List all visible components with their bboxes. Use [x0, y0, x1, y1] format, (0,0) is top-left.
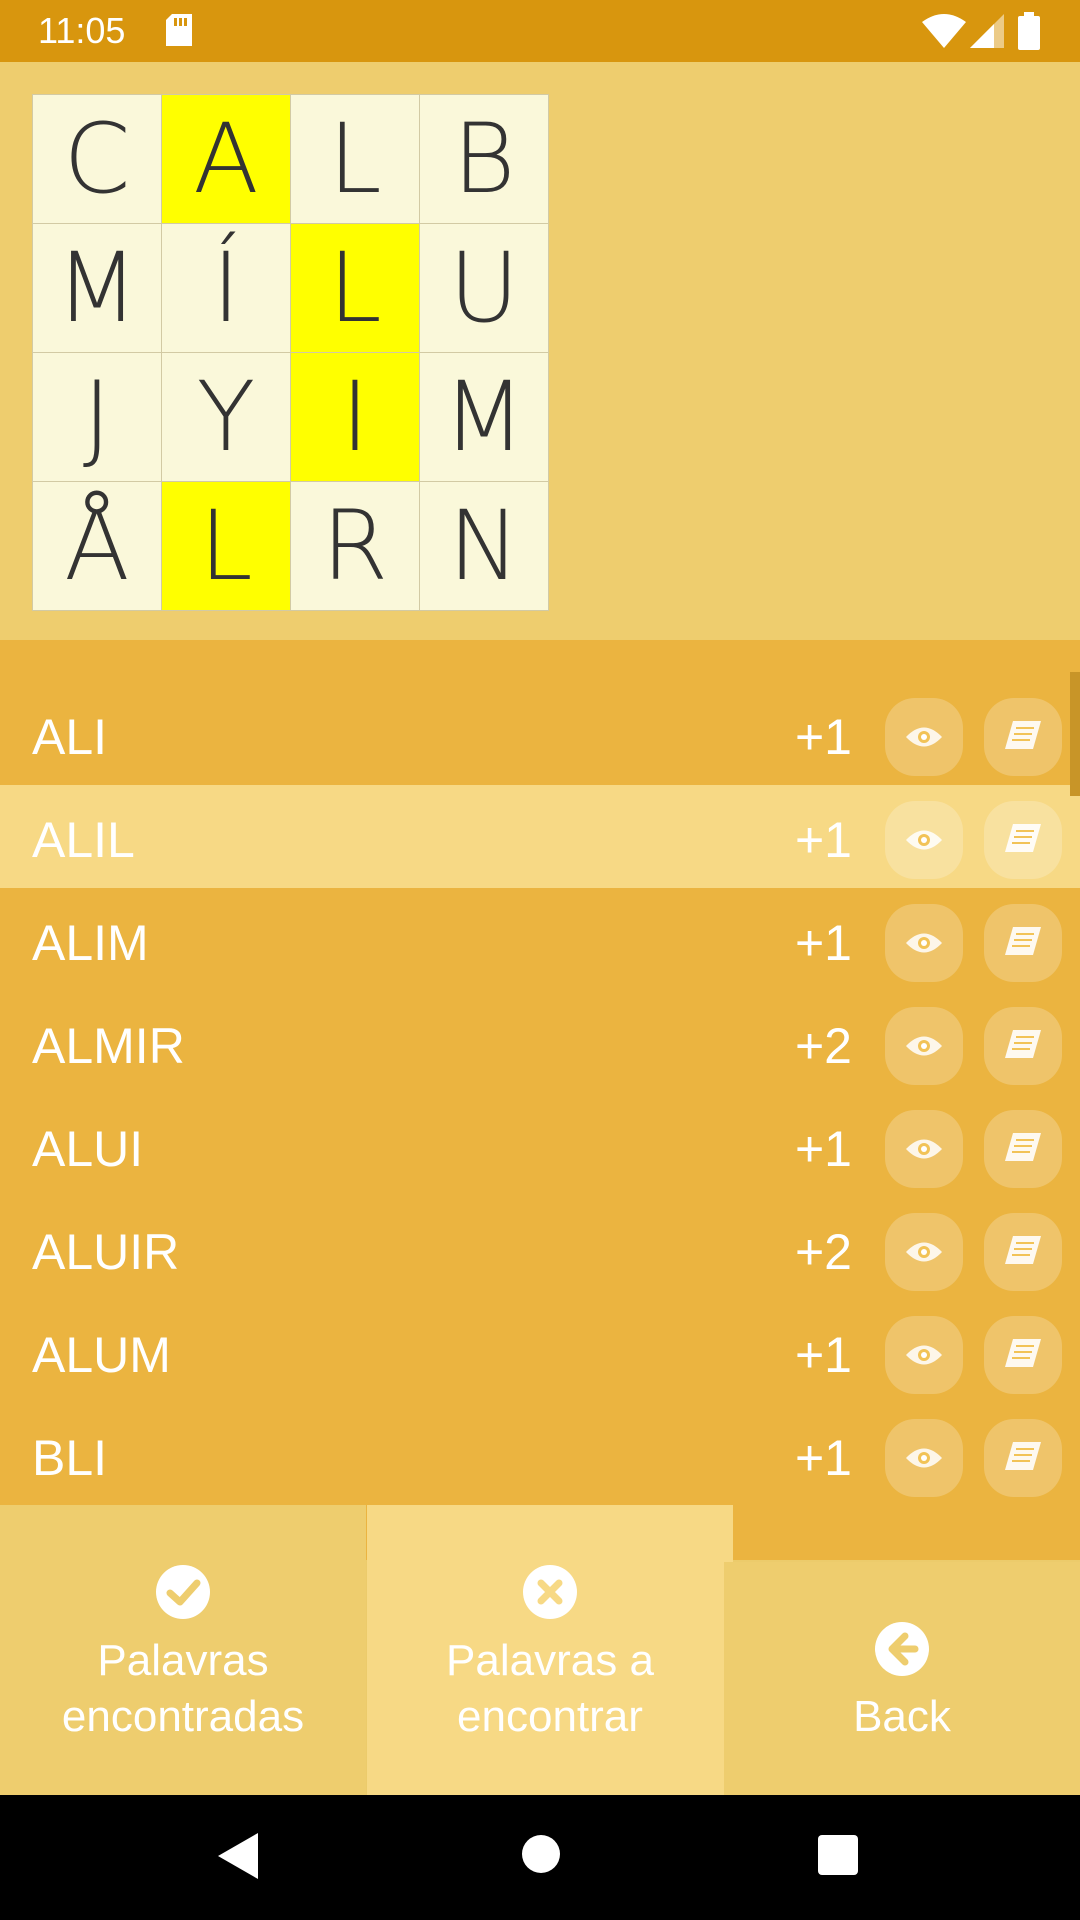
check-circle-icon: [156, 1565, 210, 1619]
letter-cell[interactable]: M: [420, 353, 548, 481]
show-word-button[interactable]: [885, 1007, 963, 1085]
letter-cell[interactable]: R: [291, 482, 419, 610]
list-scrollbar[interactable]: [1070, 672, 1080, 796]
eye-icon: [906, 727, 942, 747]
dictionary-button[interactable]: [984, 1419, 1062, 1497]
word-score: +1: [794, 812, 852, 868]
show-word-button[interactable]: [885, 1213, 963, 1291]
nav-home-icon[interactable]: [522, 1835, 560, 1873]
letter-cell[interactable]: U: [420, 224, 548, 352]
dictionary-button[interactable]: [984, 801, 1062, 879]
word-text: ALIL: [32, 812, 135, 868]
dictionary-button[interactable]: [984, 1213, 1062, 1291]
word-text: ALMIR: [32, 1018, 185, 1074]
word-score: +1: [794, 709, 852, 765]
word-text: ALIM: [32, 915, 149, 971]
eye-icon: [906, 1345, 942, 1365]
status-bar: 11:05: [0, 0, 1080, 62]
letter-cell[interactable]: Y: [162, 353, 290, 481]
nav-back-icon[interactable]: [218, 1833, 258, 1879]
show-word-button[interactable]: [885, 1110, 963, 1188]
status-time: 11:05: [38, 10, 126, 51]
letter-cell[interactable]: L: [291, 224, 419, 352]
word-row[interactable]: ALUI +1: [0, 1094, 1080, 1197]
dictionary-button[interactable]: [984, 1316, 1062, 1394]
word-score: +2: [794, 1018, 852, 1074]
tab-found-line2: encontradas: [61, 1692, 305, 1741]
book-icon: [1005, 1133, 1041, 1161]
word-score: +1: [794, 1121, 852, 1177]
word-text: ALUI: [32, 1121, 144, 1177]
letter-cell[interactable]: Í: [162, 224, 290, 352]
book-icon: [1005, 927, 1041, 955]
word-row[interactable]: BLI +1: [0, 1403, 1080, 1506]
tab-tofind-line1: Palavras a: [446, 1636, 654, 1685]
letter-cell[interactable]: Å: [33, 482, 161, 610]
book-icon: [1005, 1442, 1041, 1470]
show-word-button[interactable]: [885, 698, 963, 776]
word-row[interactable]: ALIM +1: [0, 888, 1080, 991]
tab-words-to-find[interactable]: Palavras a encontrar: [367, 1505, 733, 1795]
nav-recents-icon[interactable]: [818, 1835, 858, 1875]
dictionary-button[interactable]: [984, 1007, 1062, 1085]
show-word-button[interactable]: [885, 904, 963, 982]
eye-icon: [906, 933, 942, 953]
show-word-button[interactable]: [885, 1419, 963, 1497]
word-row[interactable]: ALI +1: [0, 682, 1080, 785]
eye-icon: [906, 1036, 942, 1056]
book-icon: [1005, 721, 1041, 749]
letter-cell[interactable]: B: [420, 95, 548, 223]
back-button[interactable]: Back: [724, 1562, 1080, 1795]
letter-cell[interactable]: L: [162, 482, 290, 610]
eye-icon: [906, 1139, 942, 1159]
word-row[interactable]: ALIL +1: [0, 785, 1080, 888]
sd-card-icon: [166, 14, 192, 46]
word-score: +1: [794, 1430, 852, 1486]
word-score: +1: [794, 1327, 852, 1383]
word-list[interactable]: ALI +1 ALIL +1 ALIM +1 ALMIR +2 ALUI +1 ALUIR +2 ALU…: [0, 640, 1080, 1560]
letter-cell[interactable]: I: [291, 353, 419, 481]
word-text: ALI: [32, 709, 108, 765]
eye-icon: [906, 830, 942, 850]
navigation-bar: [0, 1795, 1080, 1920]
letter-cell[interactable]: A: [162, 95, 290, 223]
dictionary-button[interactable]: [984, 904, 1062, 982]
letter-board: CALBMÍLUJYIMÅLRN: [32, 94, 549, 611]
word-row[interactable]: ALMIR +2: [0, 991, 1080, 1094]
arrow-left-circle-icon: [875, 1622, 929, 1676]
book-icon: [1005, 1339, 1041, 1367]
letter-cell[interactable]: L: [291, 95, 419, 223]
back-label: Back: [853, 1692, 951, 1741]
letter-cell[interactable]: N: [420, 482, 548, 610]
letter-cell[interactable]: C: [33, 95, 161, 223]
book-icon: [1005, 824, 1041, 852]
tab-found-line1: Palavras: [97, 1636, 269, 1685]
eye-icon: [906, 1242, 942, 1262]
word-text: ALUIR: [32, 1224, 180, 1280]
word-score: +2: [794, 1224, 852, 1280]
word-row[interactable]: ALUM +1: [0, 1300, 1080, 1403]
letter-cell[interactable]: J: [33, 353, 161, 481]
signal-icon: [970, 14, 1004, 48]
word-text: BLI: [32, 1430, 108, 1486]
eye-icon: [906, 1448, 942, 1468]
battery-icon: [1018, 12, 1040, 50]
letter-cell[interactable]: M: [33, 224, 161, 352]
book-icon: [1005, 1236, 1041, 1264]
tab-tofind-line2: encontrar: [457, 1692, 643, 1741]
book-icon: [1005, 1030, 1041, 1058]
word-text: ALUM: [32, 1327, 171, 1383]
show-word-button[interactable]: [885, 801, 963, 879]
word-row[interactable]: ALUIR +2: [0, 1197, 1080, 1300]
dictionary-button[interactable]: [984, 698, 1062, 776]
word-score: +1: [794, 915, 852, 971]
cancel-circle-icon: [523, 1565, 577, 1619]
tab-found-words[interactable]: Palavras encontradas: [0, 1505, 366, 1795]
dictionary-button[interactable]: [984, 1110, 1062, 1188]
show-word-button[interactable]: [885, 1316, 963, 1394]
wifi-icon: [922, 14, 966, 48]
